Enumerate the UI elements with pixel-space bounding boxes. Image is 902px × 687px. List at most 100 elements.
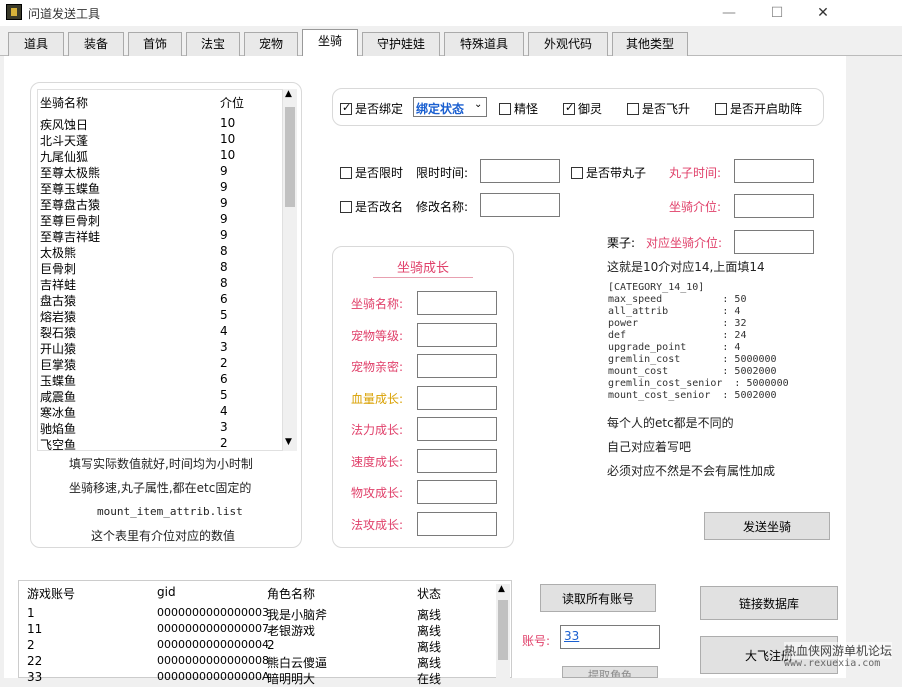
tab-2[interactable]: 首饰 [128, 32, 182, 56]
list-item[interactable]: 至尊太极熊 9 [40, 164, 280, 180]
account-col-header[interactable]: 状态 [417, 585, 441, 602]
chestnut-level-input[interactable] [734, 230, 814, 254]
accounts-scrollbar[interactable]: ▲ [496, 584, 510, 678]
tab-5[interactable]: 坐骑 [302, 29, 358, 57]
growth-input-0[interactable] [417, 291, 497, 315]
extract-role-button[interactable]: 提取角色 [562, 666, 658, 678]
tab-8[interactable]: 外观代码 [528, 32, 608, 56]
list-item[interactable]: 九尾仙狐 10 [40, 148, 280, 164]
rename-label: 修改名称: [416, 200, 469, 214]
limit-check-box[interactable] [340, 166, 352, 179]
list-item[interactable]: 咸震鱼 5 [40, 388, 280, 404]
maximize-button[interactable]: ☐ [762, 3, 792, 23]
mount-table[interactable]: 坐骑名称 介位 疾风蚀日 10 北斗天蓬 10 九尾仙狐 10 至尊太极熊 9 至尊玉蝶鱼 9 至尊… [37, 89, 283, 452]
list-item[interactable]: 开山猿 3 [40, 340, 280, 356]
tab-3[interactable]: 法宝 [186, 32, 240, 56]
growth-input-4[interactable] [417, 417, 497, 441]
list-item[interactable]: 飞空鱼 2 [40, 436, 280, 452]
rename-check-box[interactable] [340, 200, 352, 213]
list-item[interactable]: 玉蝶鱼 6 [40, 372, 280, 388]
tab-4[interactable]: 宠物 [244, 32, 298, 56]
list-item[interactable]: 寒冰鱼 4 [40, 404, 280, 420]
spirit-check-box[interactable] [499, 102, 511, 115]
growth-label-2: 宠物亲密: [351, 360, 404, 374]
growth-input-6[interactable] [417, 480, 497, 504]
send-mount-button[interactable]: 发送坐骑 [704, 512, 830, 540]
scroll-up-icon[interactable]: ▲ [285, 89, 292, 99]
bind-check-box[interactable] [340, 101, 352, 115]
scroll-down-icon[interactable]: ▼ [285, 437, 292, 447]
list-item[interactable]: 盘古猿 6 [40, 292, 280, 308]
account-col-header[interactable]: 角色名称 [267, 585, 315, 602]
assist-checkbox[interactable]: 是否开启助阵 [715, 100, 802, 117]
yuling-check-box[interactable] [563, 101, 575, 115]
table-row[interactable]: 22 0000000000000008 熊白云傻逼 离线 [19, 653, 497, 670]
app-icon [6, 4, 22, 20]
pill-checkbox[interactable]: 是否带丸子 [571, 164, 646, 181]
tab-6[interactable]: 守护娃娃 [362, 32, 440, 56]
list-item[interactable]: 至尊吉祥蛙 9 [40, 228, 280, 244]
growth-input-1[interactable] [417, 322, 497, 347]
list-item[interactable]: 至尊盘古猿 9 [40, 196, 280, 212]
table-row[interactable]: 33 000000000000000A 暗明明大 在线 [19, 669, 497, 686]
bind-checkbox[interactable]: 是否绑定 [340, 100, 403, 117]
bind-state-select[interactable]: 绑定状态 ⌄ [413, 97, 487, 117]
assist-check-box[interactable] [715, 102, 727, 115]
tab-0[interactable]: 道具 [8, 32, 64, 56]
minimize-button[interactable]: — [714, 3, 744, 23]
accounts-scroll-up-icon[interactable]: ▲ [498, 584, 505, 594]
category-line: gremlin_cost : 5000000 [608, 354, 777, 365]
accounts-scroll-thumb[interactable] [498, 600, 508, 660]
close-button[interactable]: ✕ [808, 3, 838, 23]
account-cell: 0000000000000004 [157, 638, 269, 651]
pill-check-box[interactable] [571, 166, 583, 179]
rename-input[interactable] [480, 193, 560, 217]
link-database-button[interactable]: 链接数据库 [700, 586, 838, 620]
etc-note-2: 自己对应着写吧 [607, 440, 692, 454]
category-line: power : 32 [608, 318, 747, 329]
tab-7[interactable]: 特殊道具 [444, 32, 524, 56]
table-row[interactable]: 11 0000000000000007 老银游戏 离线 [19, 621, 497, 638]
list-item[interactable]: 太极熊 8 [40, 244, 280, 260]
fly-check-box[interactable] [627, 102, 639, 115]
mount-name: 咸震鱼 [40, 390, 77, 404]
yuling-checkbox[interactable]: 御灵 [563, 100, 602, 117]
tab-1[interactable]: 装备 [68, 32, 124, 56]
list-item[interactable]: 吉祥蛙 8 [40, 276, 280, 292]
rename-checkbox[interactable]: 是否改名 [340, 198, 403, 215]
list-item[interactable]: 至尊巨骨刺 9 [40, 212, 280, 228]
chestnut-level-label: 对应坐骑介位: [646, 236, 723, 250]
list-item[interactable]: 裂石猿 4 [40, 324, 280, 340]
scroll-thumb[interactable] [285, 107, 295, 207]
list-item[interactable]: 北斗天蓬 10 [40, 132, 280, 148]
read-all-accounts-button[interactable]: 读取所有账号 [540, 584, 656, 612]
table-row[interactable]: 1 0000000000000003 我是小脑斧 离线 [19, 605, 497, 622]
growth-input-2[interactable] [417, 354, 497, 378]
spirit-checkbox[interactable]: 精怪 [499, 100, 538, 117]
list-item[interactable]: 巨骨刺 8 [40, 260, 280, 276]
fly-checkbox[interactable]: 是否飞升 [627, 100, 690, 117]
limit-checkbox[interactable]: 是否限时 [340, 164, 403, 181]
account-col-header[interactable]: 游戏账号 [27, 585, 75, 602]
mount-list-scrollbar[interactable]: ▲ ▼ [283, 89, 297, 451]
list-item[interactable]: 熔岩猿 5 [40, 308, 280, 324]
growth-label-6: 物攻成长: [351, 486, 404, 500]
table-row[interactable]: 2 0000000000000004 2 离线 [19, 637, 497, 654]
list-item[interactable]: 驰焰鱼 3 [40, 420, 280, 436]
accounts-table[interactable]: 游戏账号 gid 角色名称 状态 1 0000000000000003 我是小脑斧 离线 11 0… [18, 580, 512, 686]
list-item[interactable]: 巨掌猿 2 [40, 356, 280, 372]
tab-9[interactable]: 其他类型 [612, 32, 688, 56]
limit-time-input[interactable] [480, 159, 560, 183]
col-header-level[interactable]: 介位 [220, 94, 244, 111]
list-item[interactable]: 疾风蚀日 10 [40, 116, 280, 132]
growth-input-3[interactable] [417, 385, 497, 410]
account-input[interactable]: 33 [560, 625, 660, 649]
mount-level-input[interactable] [734, 194, 814, 218]
growth-input-5[interactable] [417, 448, 497, 473]
list-item[interactable]: 至尊玉蝶鱼 9 [40, 180, 280, 196]
account-col-header[interactable]: gid [157, 585, 176, 599]
pill-time-input[interactable] [734, 159, 814, 183]
growth-input-7[interactable] [417, 511, 497, 536]
mount-level: 6 [220, 372, 228, 386]
col-header-name[interactable]: 坐骑名称 [40, 94, 88, 111]
